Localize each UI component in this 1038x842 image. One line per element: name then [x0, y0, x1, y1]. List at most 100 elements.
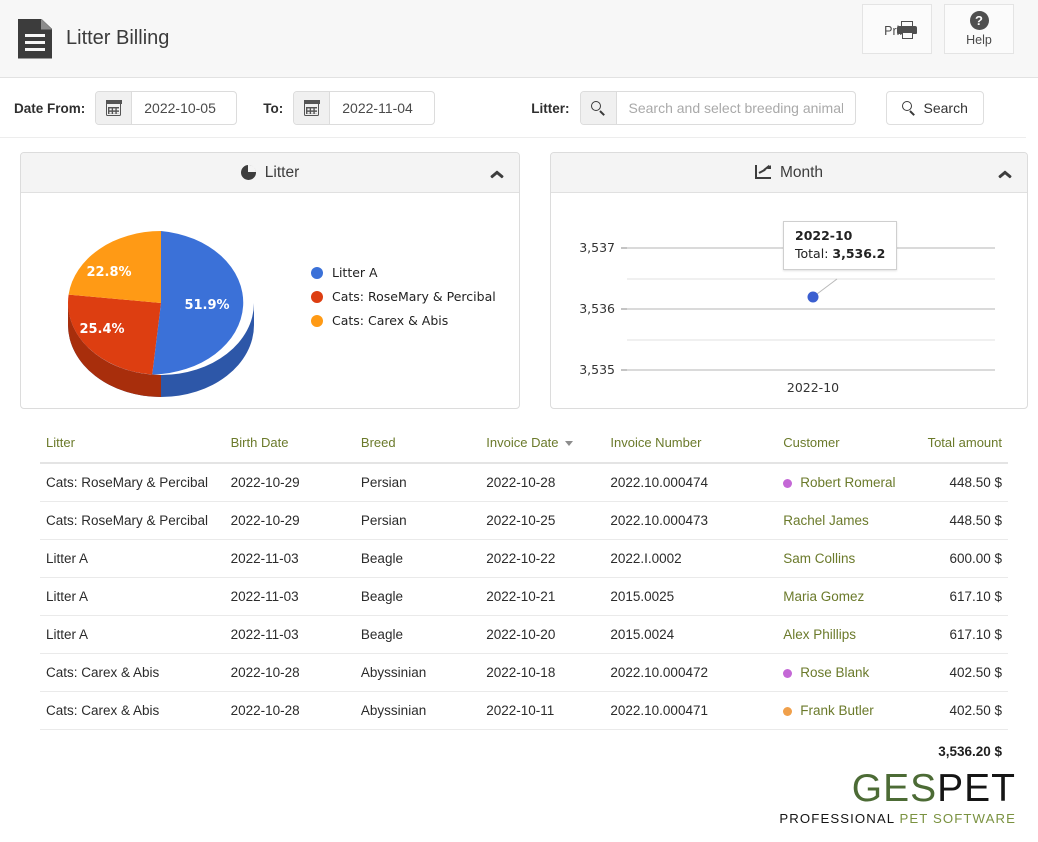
table-row[interactable]: Litter A 2022-11-03 Beagle 2022-10-20 20… — [40, 615, 1008, 654]
cell-customer[interactable]: Frank Butler — [777, 691, 922, 730]
search-icon — [901, 101, 916, 116]
litter-label: Litter: — [531, 100, 570, 116]
tooltip-title: 2022-10 — [795, 228, 853, 243]
table-header-row: Litter Birth Date Breed Invoice Date Inv… — [40, 427, 1008, 464]
col-header-invoice-date[interactable]: Invoice Date — [480, 427, 605, 464]
print-button[interactable]: Print — [862, 4, 932, 54]
line-chart-icon — [754, 165, 771, 180]
customer-name[interactable]: Alex Phillips — [783, 627, 856, 642]
cell-birth-date: 2022-10-28 — [224, 653, 355, 692]
cell-customer[interactable]: Sam Collins — [777, 539, 922, 578]
logo-part-pet: PET — [937, 767, 1016, 810]
pie-chart: 51.9% 25.4% 22.8% — [21, 193, 291, 408]
cell-birth-date: 2022-11-03 — [224, 615, 355, 654]
customer-name[interactable]: Sam Collins — [783, 551, 855, 566]
y-tick-label-0: 3,537 — [579, 240, 615, 255]
pie-slice-label-2: 22.8% — [86, 265, 131, 280]
month-chart-panel: Month 3,537 3,536 3,535 2022-10 2022-10 … — [550, 152, 1028, 409]
month-panel-body: 3,537 3,536 3,535 2022-10 2022-10 Total:… — [551, 193, 1027, 408]
col-header-birth-date[interactable]: Birth Date — [224, 427, 355, 464]
table-row[interactable]: Cats: RoseMary & Percibal 2022-10-29 Per… — [40, 463, 1008, 502]
date-to-group — [293, 91, 436, 125]
date-from-group — [95, 91, 238, 125]
cell-litter[interactable]: Litter A — [40, 539, 225, 578]
col-header-total-amount[interactable]: Total amount — [921, 427, 1008, 464]
customer-name[interactable]: Maria Gomez — [783, 589, 864, 604]
chart-tooltip: 2022-10 Total: 3,536.2 — [783, 221, 898, 270]
help-button[interactable]: ? Help — [944, 4, 1014, 54]
gespet-logo: GESPET PROFESSIONAL PET SOFTWARE — [779, 769, 1016, 826]
tooltip-value-row: Total: 3,536.2 — [795, 246, 885, 261]
chevron-up-icon-litter[interactable] — [490, 168, 503, 181]
document-icon — [18, 18, 52, 59]
cell-birth-date: 2022-10-29 — [224, 501, 355, 540]
customer-name[interactable]: Frank Butler — [800, 703, 874, 718]
cell-customer[interactable]: Alex Phillips — [777, 615, 922, 654]
cell-litter[interactable]: Litter A — [40, 615, 225, 654]
cell-breed: Persian — [354, 463, 481, 502]
billing-table: Litter Birth Date Breed Invoice Date Inv… — [40, 427, 1008, 730]
cell-total: 448.50 $ — [921, 463, 1008, 502]
search-button[interactable]: Search — [885, 91, 984, 125]
cell-breed: Abyssinian — [354, 653, 481, 692]
logo-tagline-professional: PROFESSIONAL — [779, 811, 895, 826]
header-actions: Print ? Help — [850, 4, 1014, 54]
customer-name[interactable]: Rose Blank — [800, 665, 869, 680]
col-header-breed[interactable]: Breed — [354, 427, 481, 464]
cell-litter[interactable]: Cats: RoseMary & Percibal — [40, 501, 225, 540]
litter-panel-body: 51.9% 25.4% 22.8% Litter A Cats: RoseMar… — [21, 193, 519, 408]
table-row[interactable]: Litter A 2022-11-03 Beagle 2022-10-21 20… — [40, 577, 1008, 616]
cell-customer[interactable]: Rose Blank — [777, 653, 922, 692]
pie-chart-svg: 51.9% 25.4% 22.8% — [67, 230, 254, 397]
pie-chart-icon — [240, 164, 256, 180]
col-header-invoice-number[interactable]: Invoice Number — [604, 427, 778, 464]
legend-color-swatch — [311, 266, 323, 279]
billing-table-wrap: Litter Birth Date Breed Invoice Date Inv… — [0, 409, 1038, 759]
table-row[interactable]: Cats: Carex & Abis 2022-10-28 Abyssinian… — [40, 653, 1008, 692]
calendar-icon-to[interactable] — [294, 92, 331, 124]
table-row[interactable]: Cats: Carex & Abis 2022-10-28 Abyssinian… — [40, 691, 1008, 730]
cell-invoice-number: 2022.10.000474 — [604, 463, 778, 502]
table-row[interactable]: Litter A 2022-11-03 Beagle 2022-10-22 20… — [40, 539, 1008, 578]
cell-litter[interactable]: Cats: Carex & Abis — [40, 691, 225, 730]
legend-item[interactable]: Cats: RoseMary & Percibal — [311, 289, 496, 304]
cell-invoice-date: 2022-10-22 — [480, 539, 605, 578]
date-from-input[interactable] — [132, 92, 237, 124]
data-point-2022-10 — [807, 291, 819, 303]
logo-tagline: PROFESSIONAL PET SOFTWARE — [779, 811, 1016, 826]
date-to-input[interactable] — [330, 92, 435, 124]
legend-item[interactable]: Litter A — [311, 265, 496, 280]
customer-name[interactable]: Rachel James — [783, 513, 869, 528]
litter-search-input[interactable] — [616, 92, 855, 124]
litter-panel-title: Litter — [264, 163, 300, 181]
chevron-up-icon-month[interactable] — [998, 168, 1011, 181]
col-header-litter[interactable]: Litter — [40, 427, 225, 464]
cell-litter[interactable]: Litter A — [40, 577, 225, 616]
legend-item[interactable]: Cats: Carex & Abis — [311, 313, 496, 328]
table-row[interactable]: Cats: RoseMary & Percibal 2022-10-29 Per… — [40, 501, 1008, 540]
cell-litter[interactable]: Cats: RoseMary & Percibal — [40, 463, 225, 502]
cell-customer[interactable]: Maria Gomez — [777, 577, 922, 616]
cell-customer[interactable]: Robert Romeral — [777, 463, 922, 502]
calendar-icon-from[interactable] — [96, 92, 133, 124]
cell-invoice-number: 2022.10.000472 — [604, 653, 778, 692]
question-circle-icon: ? — [969, 11, 989, 30]
app-header: Litter Billing Print ? Help — [0, 0, 1038, 78]
customer-name[interactable]: Robert Romeral — [800, 475, 895, 490]
logo-part-ges: GES — [851, 767, 938, 810]
cell-total: 617.10 $ — [921, 615, 1008, 654]
cell-total: 402.50 $ — [921, 691, 1008, 730]
search-button-label: Search — [923, 100, 968, 116]
search-icon-litter[interactable] — [580, 92, 617, 124]
cell-customer[interactable]: Rachel James — [777, 501, 922, 540]
litter-panel-header: Litter — [21, 153, 519, 193]
page-title: Litter Billing — [66, 27, 170, 49]
pie-slice-label-1: 25.4% — [79, 322, 124, 337]
cell-litter[interactable]: Cats: Carex & Abis — [40, 653, 225, 692]
cell-total: 402.50 $ — [921, 653, 1008, 692]
caret-down-icon — [564, 441, 573, 447]
legend-label: Cats: Carex & Abis — [332, 313, 449, 328]
col-header-customer[interactable]: Customer — [777, 427, 922, 464]
legend-color-swatch — [311, 290, 323, 303]
cell-total: 617.10 $ — [921, 577, 1008, 616]
